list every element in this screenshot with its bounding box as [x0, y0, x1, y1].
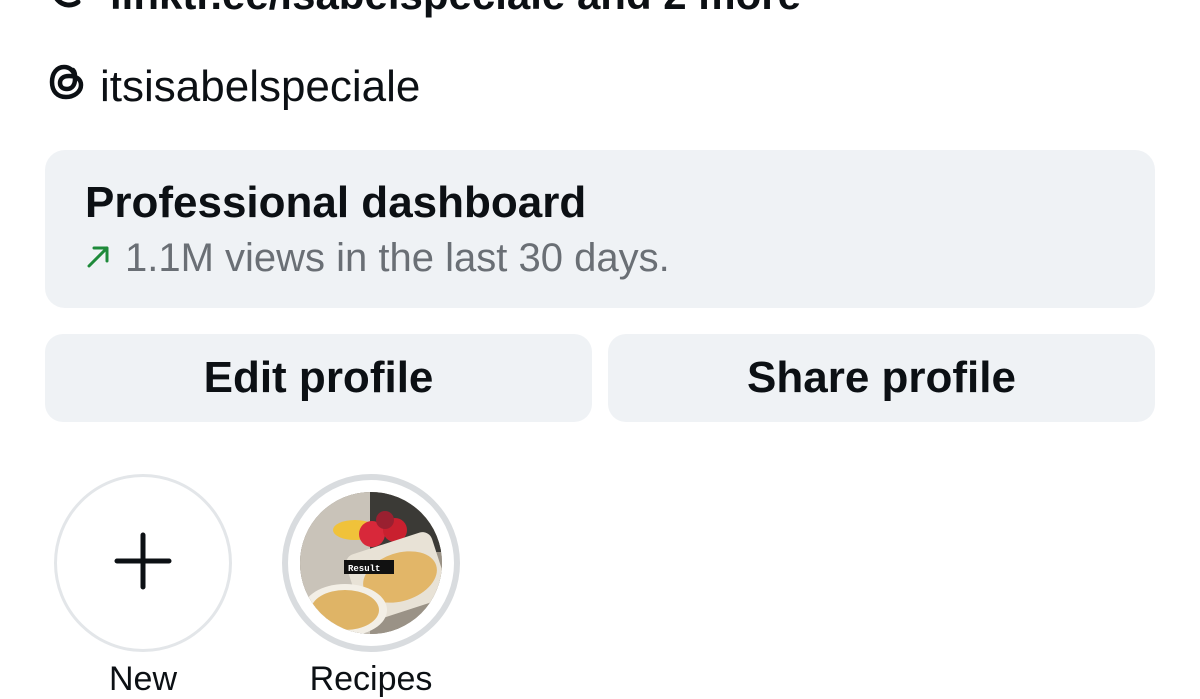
highlight-cover-image: Result	[300, 492, 442, 634]
dashboard-stats-text: 1.1M views in the last 30 days.	[125, 236, 670, 280]
professional-dashboard-card[interactable]: Professional dashboard 1.1M views in the…	[45, 150, 1155, 308]
share-profile-button[interactable]: Share profile	[608, 334, 1155, 422]
trend-up-arrow-icon	[85, 242, 111, 276]
edit-profile-button[interactable]: Edit profile	[45, 334, 592, 422]
dashboard-stats: 1.1M views in the last 30 days.	[85, 236, 1115, 281]
links-text[interactable]: linktr.ee/isabelspeciale and 2 more	[110, 0, 801, 19]
plus-icon	[113, 531, 173, 596]
recipes-highlight-label: Recipes	[309, 660, 433, 698]
dashboard-title: Professional dashboard	[85, 178, 587, 227]
highlight-recipes[interactable]: Result	[282, 474, 460, 652]
threads-row[interactable]: itsisabelspeciale	[48, 62, 420, 112]
highlight-badge-text: Result	[348, 564, 380, 574]
threads-handle[interactable]: itsisabelspeciale	[100, 62, 420, 112]
new-highlight-button[interactable]	[54, 474, 232, 652]
new-highlight-label: New	[108, 660, 178, 698]
threads-icon	[48, 62, 86, 113]
link-icon	[48, 0, 88, 20]
links-row[interactable]: linktr.ee/isabelspeciale and 2 more	[48, 0, 801, 20]
